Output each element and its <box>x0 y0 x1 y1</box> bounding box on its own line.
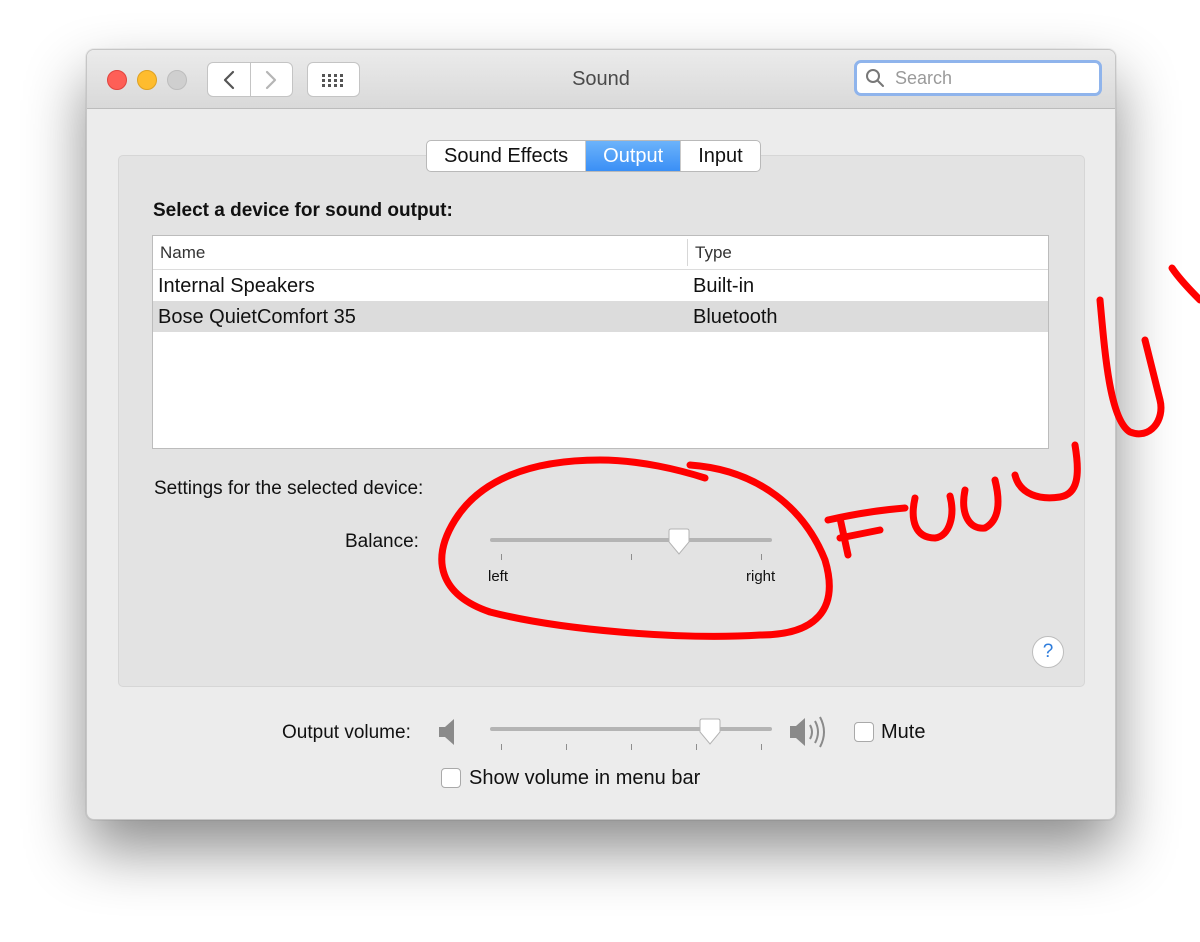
table-header: Name Type <box>153 236 1048 270</box>
volume-slider-track[interactable] <box>490 727 772 731</box>
volume-tick <box>566 744 567 750</box>
volume-slider-knob[interactable] <box>698 718 722 746</box>
title-bar: Sound <box>87 50 1115 109</box>
balance-tick <box>501 554 502 560</box>
tab-input[interactable]: Input <box>680 141 759 171</box>
speaker-high-icon <box>790 716 825 748</box>
balance-tick <box>761 554 762 560</box>
balance-left-label: left <box>488 568 509 585</box>
show-volume-checkbox[interactable] <box>441 768 461 788</box>
volume-tick <box>501 744 502 750</box>
device-type: Built-in <box>693 275 755 297</box>
search-input[interactable] <box>893 66 1087 90</box>
search-field[interactable] <box>854 60 1102 96</box>
device-name: Internal Speakers <box>158 275 315 297</box>
show-volume-label[interactable]: Show volume in menu bar <box>469 767 700 790</box>
balance-right-label: right <box>746 568 776 585</box>
output-volume-label: Output volume: <box>282 722 411 743</box>
settings-title: Settings for the selected device: <box>154 478 424 499</box>
column-divider <box>687 239 688 266</box>
tab-output[interactable]: Output <box>585 141 681 171</box>
mute-label[interactable]: Mute <box>881 721 925 744</box>
help-button[interactable]: ? <box>1032 636 1064 668</box>
tab-bar: Sound Effects Output Input <box>426 140 761 172</box>
device-type: Bluetooth <box>693 306 778 328</box>
table-row[interactable]: Bose QuietComfort 35 Bluetooth <box>153 301 1048 332</box>
speaker-low-icon <box>439 719 454 745</box>
mute-checkbox[interactable] <box>854 722 874 742</box>
balance-slider-knob[interactable] <box>667 528 691 556</box>
balance-slider-track[interactable] <box>490 538 772 542</box>
table-row[interactable]: Internal Speakers Built-in <box>153 270 1048 301</box>
column-header-name[interactable]: Name <box>160 243 205 263</box>
sound-preferences-window: Sound Sound Effects Output Input Select … <box>86 49 1116 820</box>
tab-sound-effects[interactable]: Sound Effects <box>427 141 585 171</box>
volume-tick <box>696 744 697 750</box>
output-section-title: Select a device for sound output: <box>153 200 453 221</box>
column-header-type[interactable]: Type <box>695 243 732 263</box>
balance-tick <box>631 554 632 560</box>
volume-tick <box>631 744 632 750</box>
device-name: Bose QuietComfort 35 <box>158 306 356 328</box>
output-device-table[interactable]: Name Type Internal Speakers Built-in Bos… <box>152 235 1049 449</box>
volume-tick <box>761 744 762 750</box>
search-icon <box>866 69 884 87</box>
annotation-stroke <box>1168 264 1200 304</box>
balance-label: Balance: <box>345 531 419 552</box>
